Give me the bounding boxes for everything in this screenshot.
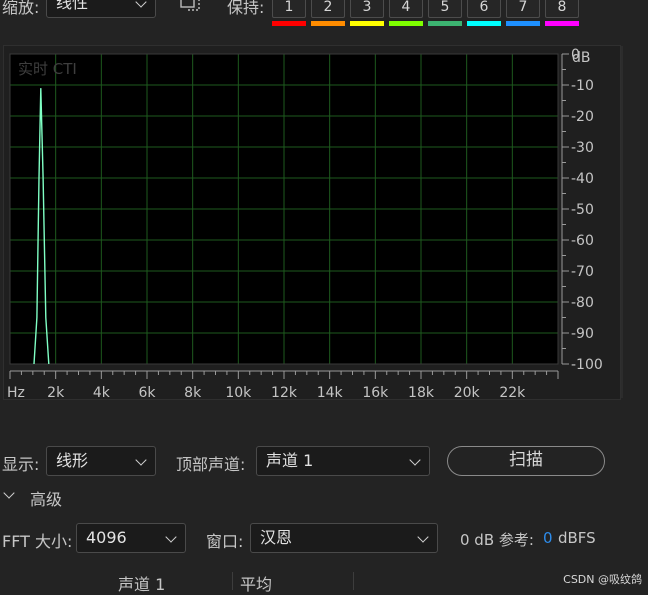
hold-buttons: 12345678	[0, 0, 648, 30]
chevron-down-icon	[135, 454, 147, 466]
hold-color-bar-6	[467, 21, 501, 26]
fft-size-label: FFT 大小:	[2, 532, 73, 551]
hz-tick-label: 16k	[362, 385, 389, 399]
reference-value[interactable]: 0	[543, 529, 553, 547]
fft-size-value: 4096	[86, 528, 127, 547]
hold-button-8[interactable]: 8	[545, 0, 579, 18]
hz-tick-label: 4k	[93, 385, 111, 399]
hold-button-6[interactable]: 6	[467, 0, 501, 18]
hz-tick-label: 18k	[408, 385, 435, 399]
db-tick-label: -30	[571, 140, 594, 156]
table-col-channel: 声道 1	[118, 575, 166, 594]
chevron-down-icon	[417, 531, 429, 543]
db-tick-label: -50	[571, 202, 594, 218]
top-channel-value: 声道 1	[266, 451, 314, 470]
hold-button-5[interactable]: 5	[428, 0, 462, 18]
chevron-down-icon	[165, 531, 177, 543]
spectrum-chart[interactable]: 0-10-20-30-40-50-60-70-80-90-100dBHz 2k 4k…	[4, 46, 620, 399]
chevron-down-icon	[3, 487, 15, 499]
db-tick-label: -70	[571, 264, 594, 280]
hold-color-bar-4	[389, 21, 423, 26]
reference-label: 0 dB 参考:	[460, 531, 534, 549]
advanced-label: 高级	[30, 490, 63, 509]
window-label: 窗口:	[206, 532, 244, 551]
db-tick-label: -20	[571, 109, 594, 125]
side-divider	[621, 46, 623, 398]
hold-color-bar-7	[506, 21, 540, 26]
db-tick-label: -60	[571, 233, 594, 249]
spectrum-panel: 0 -10 -20 -30 -40 -50 -60 -70 -80 -90 -100 dB Hz 2k 4k…	[3, 45, 621, 400]
hz-tick-label: 10k	[225, 385, 252, 399]
top-channel-dropdown[interactable]: 声道 1	[256, 446, 430, 476]
window-value: 汉恩	[260, 528, 293, 547]
hz-tick-label: 2k	[47, 385, 65, 399]
hz-tick-label: 12k	[271, 385, 298, 399]
display-label: 显示:	[2, 455, 40, 474]
hz-tick-label: 22k	[499, 385, 526, 399]
hz-tick-label: 8k	[184, 385, 202, 399]
hold-color-bar-5	[428, 21, 462, 26]
hold-color-bar-3	[350, 21, 384, 26]
watermark: CSDN @吸纹鸽	[563, 573, 642, 586]
reference-unit: dBFS	[558, 529, 596, 547]
hold-button-2[interactable]: 2	[311, 0, 345, 18]
hold-color-bar-8	[545, 21, 579, 26]
fft-size-dropdown[interactable]: 4096	[76, 523, 186, 553]
column-divider	[232, 572, 233, 590]
hold-button-3[interactable]: 3	[350, 0, 384, 18]
table-col-average: 平均	[240, 575, 273, 594]
hz-tick-label: 14k	[317, 385, 344, 399]
window-dropdown[interactable]: 汉恩	[250, 523, 438, 553]
db-tick-label: -100	[571, 357, 603, 373]
hz-tick-label: 20k	[454, 385, 481, 399]
db-tick-label: -40	[571, 171, 594, 187]
hold-button-1[interactable]: 1	[272, 0, 306, 18]
hz-tick-label: 6k	[138, 385, 156, 399]
hold-button-4[interactable]: 4	[389, 0, 423, 18]
db-unit-label: dB	[572, 50, 591, 66]
hold-color-bar-2	[311, 21, 345, 26]
chevron-down-icon	[409, 454, 421, 466]
db-tick-label: -80	[571, 295, 594, 311]
hold-button-7[interactable]: 7	[506, 0, 540, 18]
db-tick-label: -10	[571, 78, 594, 94]
hz-unit-label: Hz	[7, 385, 25, 399]
display-value: 线形	[56, 451, 89, 470]
top-channel-label: 顶部声道:	[176, 455, 246, 474]
hold-color-bar-1	[272, 21, 306, 26]
advanced-toggle[interactable]: 高级	[0, 484, 80, 510]
table-header: 声道 1 平均	[0, 566, 648, 594]
display-dropdown[interactable]: 线形	[46, 446, 156, 476]
realtime-overlay-label: 实时 CTI	[18, 60, 77, 78]
scan-button[interactable]: 扫描	[447, 446, 605, 476]
db-tick-label: -90	[571, 326, 594, 342]
column-divider	[353, 572, 354, 590]
